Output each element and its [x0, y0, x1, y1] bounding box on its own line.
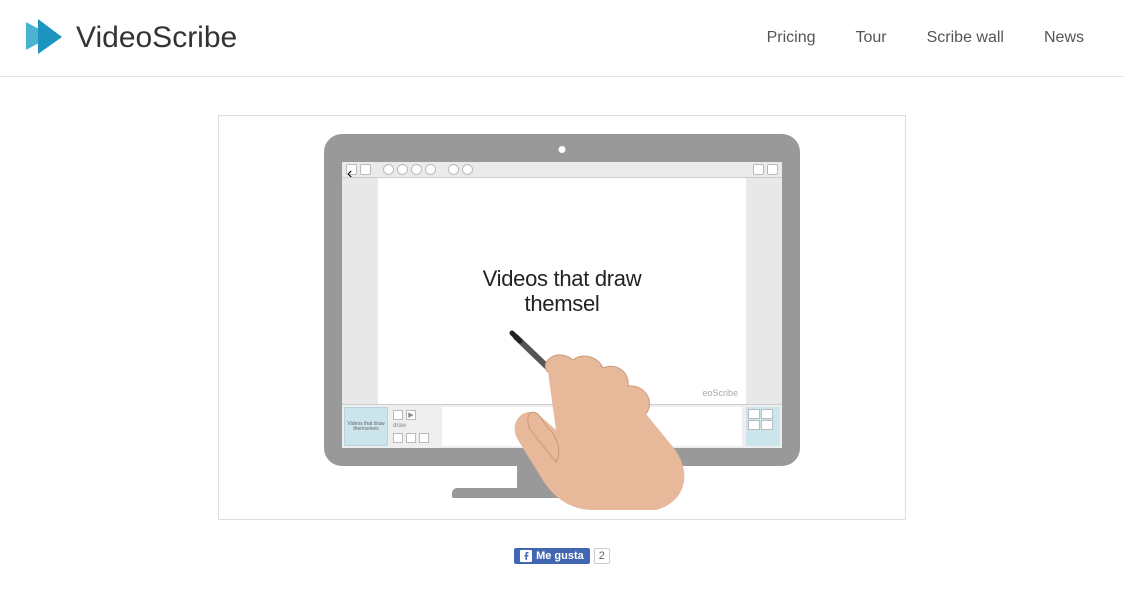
canvas-text: Videos that draw themsel — [483, 266, 642, 317]
timeline: Videos that draw themselves ▶ draw — [342, 404, 782, 448]
fb-like-label: Me gusta — [536, 550, 584, 562]
monitor-wrap: ‹ — [324, 134, 800, 502]
camera-dot-icon — [559, 146, 566, 153]
timeline-loop-icon[interactable] — [406, 433, 416, 443]
main-nav: Pricing Tour Scribe wall News — [767, 29, 1084, 47]
logo-text: VideoScribe — [76, 21, 237, 55]
music-icon[interactable] — [411, 164, 422, 175]
delete-icon[interactable] — [761, 420, 773, 430]
timeline-eye-icon[interactable] — [393, 433, 403, 443]
timeline-etc-icon[interactable] — [419, 433, 429, 443]
timeline-track[interactable] — [442, 407, 742, 446]
paper-icon[interactable] — [462, 164, 473, 175]
facebook-icon — [520, 550, 532, 562]
nav-scribe-wall[interactable]: Scribe wall — [927, 29, 1004, 47]
cut-icon[interactable] — [748, 409, 760, 419]
logo[interactable]: VideoScribe — [20, 18, 237, 58]
timeline-play-icon[interactable]: ▶ — [406, 410, 416, 420]
canvas-watermark: eoScribe — [702, 388, 738, 398]
canvas[interactable]: Videos that draw themsel eoScribe — [378, 178, 746, 404]
image-icon[interactable] — [383, 164, 394, 175]
nav-news[interactable]: News — [1044, 29, 1084, 47]
monitor-base — [452, 488, 672, 498]
header: VideoScribe Pricing Tour Scribe wall New… — [0, 0, 1124, 77]
social-bar: Me gusta 2 — [514, 548, 610, 564]
monitor: ‹ — [324, 134, 800, 466]
hand-icon[interactable] — [448, 164, 459, 175]
save-icon[interactable] — [360, 164, 371, 175]
fb-like-button[interactable]: Me gusta — [514, 548, 590, 564]
timeline-controls: ▶ draw — [390, 405, 440, 448]
canvas-area: Videos that draw themsel eoScribe — [342, 178, 782, 404]
mic-icon[interactable] — [425, 164, 436, 175]
nav-tour[interactable]: Tour — [856, 29, 887, 47]
timeline-thumb[interactable]: Videos that draw themselves — [344, 407, 388, 446]
fb-like-count: 2 — [594, 548, 610, 564]
canvas-right-margin — [746, 178, 782, 404]
app-screen: ‹ — [342, 162, 782, 448]
content: ‹ — [0, 77, 1124, 564]
nav-pricing[interactable]: Pricing — [767, 29, 816, 47]
timeline-tools — [746, 407, 780, 446]
text-icon[interactable] — [397, 164, 408, 175]
monitor-stand — [517, 464, 607, 490]
timeline-clip-icon[interactable] — [393, 410, 403, 420]
paste-icon[interactable] — [748, 420, 760, 430]
hero-frame: ‹ — [218, 115, 906, 520]
export-icon[interactable] — [767, 164, 778, 175]
logo-play-icon — [20, 18, 64, 58]
copy-icon[interactable] — [761, 409, 773, 419]
canvas-left-margin — [342, 178, 378, 404]
back-icon[interactable]: ‹ — [346, 164, 357, 175]
preview-icon[interactable] — [753, 164, 764, 175]
app-toolbar: ‹ — [342, 162, 782, 178]
